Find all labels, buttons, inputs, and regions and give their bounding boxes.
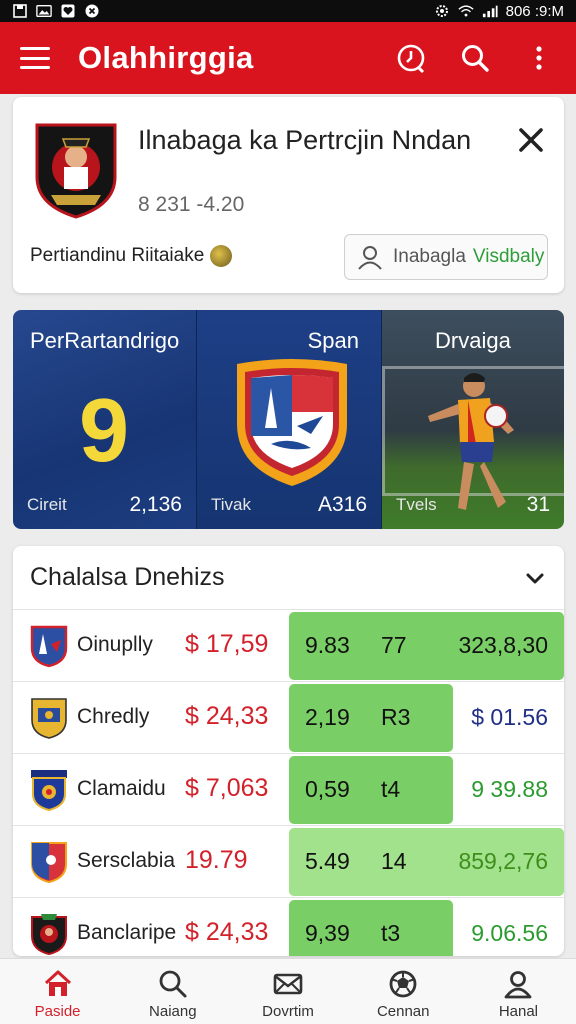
standings-table: Chalalsa Dnehizs Oinuplly $ 17,59 9.83 7… (13, 546, 564, 956)
status-bar: 806 :9:M (0, 0, 576, 22)
mail-icon (273, 973, 303, 995)
hero-big-number: 9 (79, 381, 130, 481)
hero-panel-value: A316 (317, 493, 367, 516)
match-subtitle: 8 231 -4.20 (138, 193, 245, 216)
hero-panel-score[interactable]: PerRartandrigo 9 Cireit 2,136 (13, 310, 196, 529)
nav-label: Paside (34, 1003, 81, 1020)
status-time: 806 :9:M (505, 2, 564, 20)
hero-panel-club[interactable]: Span Tivak A316 (196, 310, 381, 529)
hero-panel-label: Tivak (211, 495, 251, 514)
team-crest-icon (31, 914, 67, 956)
team-crest-icon (31, 698, 67, 739)
team-name: Chredly (77, 705, 150, 728)
team-crest-icon (31, 842, 67, 884)
club-badge (35, 123, 117, 219)
match-status: Pertiandinu Riitaiake (30, 245, 233, 267)
team-crest-icon (30, 625, 68, 668)
stat-value-3: 9 39.88 (471, 776, 548, 802)
watch-button-label: Inabagla (393, 246, 466, 267)
app-title: Olahhirggia (78, 40, 254, 75)
nav-item-ball[interactable]: Cennan (346, 959, 461, 1024)
table-row[interactable]: Banclaripe $ 24,33 9,39 t3 9.06.56 (13, 898, 564, 956)
stat-value-1: 5.49 (305, 848, 350, 874)
stat-value-2: t3 (381, 920, 401, 946)
stat-value-3: $ 01.56 (471, 704, 548, 730)
watch-button[interactable]: Inabagla Visdbaly (344, 234, 548, 280)
user-icon (358, 246, 382, 270)
hero-panel-title: PerRartandrigo (30, 328, 180, 353)
table-title: Chalalsa Dnehizs (30, 563, 225, 591)
hero-panel-title: Span (307, 328, 359, 353)
team-crest-icon (31, 770, 67, 812)
table-row[interactable]: Oinuplly $ 17,59 9.83 77 323,8,30 (13, 610, 564, 682)
hero-panel-value: 31 (526, 493, 550, 516)
wifi-icon (458, 4, 474, 18)
stat-value-1: 9.83 (305, 632, 350, 658)
stat-value-2: R3 (381, 704, 411, 730)
app-bar: Olahhirggia (0, 22, 576, 94)
status-icons-right: 806 :9:M (434, 3, 564, 20)
hero-banner: PerRartandrigo 9 Cireit 2,136 Span Tivak… (13, 310, 564, 529)
close-circle-icon (84, 4, 100, 18)
team-price: 19.79 (185, 846, 248, 874)
table-row[interactable]: Sersclabia 19.79 5.49 14 859,2,76 (13, 826, 564, 898)
team-name: Oinuplly (77, 633, 153, 656)
match-card: Ilnabaga ka Pertrcjin Nndan 8 231 -4.20 … (13, 97, 564, 293)
ball-icon (210, 245, 233, 267)
team-name: Banclaripe (77, 921, 177, 944)
stat-value-3: 323,8,30 (458, 632, 548, 658)
table-header[interactable]: Chalalsa Dnehizs (13, 546, 564, 610)
nav-label: Naiang (149, 1003, 197, 1020)
table-row[interactable]: Chredly $ 24,33 2,19 R3 $ 01.56 (13, 682, 564, 754)
club-crest-image (237, 359, 347, 486)
close-icon[interactable] (516, 125, 546, 155)
chevron-down-icon[interactable] (524, 567, 546, 589)
stat-value-2: 77 (381, 632, 407, 658)
more-options-icon[interactable] (522, 41, 556, 75)
hero-panel-value: 2,136 (129, 493, 182, 516)
team-price: $ 17,59 (185, 630, 269, 658)
nav-label: Hanal (498, 1003, 539, 1020)
hero-panel-player[interactable]: Drvaiga Tvels 31 (381, 310, 564, 529)
signal-icon (482, 4, 498, 18)
team-price: $ 7,063 (185, 774, 269, 802)
team-name: Clamaidu (77, 777, 166, 800)
stat-value-2: t4 (381, 776, 401, 802)
stat-value-1: 9,39 (305, 920, 350, 946)
match-title: Ilnabaga ka Pertrcjin Nndan (138, 125, 472, 155)
nav-label: Dovrtim (262, 1003, 314, 1020)
save-icon (12, 4, 28, 18)
team-price: $ 24,33 (185, 918, 269, 946)
gallery-icon (36, 4, 52, 18)
nav-item-home[interactable]: Paside (0, 959, 115, 1024)
stat-value-3: 859,2,76 (458, 848, 548, 874)
watch-button-accent: Visdbaly (472, 246, 545, 267)
table-row[interactable]: Clamaidu $ 7,063 0,59 t4 9 39.88 (13, 754, 564, 826)
heart-icon (60, 4, 76, 18)
hero-panel-label: Cireit (27, 495, 67, 514)
live-score-icon[interactable] (394, 41, 428, 75)
nav-item-mail[interactable]: Dovrtim (230, 959, 345, 1024)
nav-item-profile[interactable]: Hanal (461, 959, 576, 1024)
bottom-nav: Paside Naiang Dovrtim Cennan Hanal (0, 958, 576, 1024)
team-name: Sersclabia (77, 849, 176, 872)
profile-icon (505, 971, 532, 999)
hero-panel-title: Drvaiga (435, 328, 511, 353)
settings-icon (434, 4, 450, 18)
home-icon (44, 970, 71, 996)
stat-value-1: 0,59 (305, 776, 350, 802)
stat-value-1: 2,19 (305, 704, 350, 730)
nav-item-search[interactable]: Naiang (115, 959, 230, 1024)
ball-icon (389, 970, 417, 998)
match-status-text: Pertiandinu Riitaiake (30, 245, 205, 266)
team-price: $ 24,33 (185, 702, 269, 730)
stat-value-3: 9.06.56 (471, 920, 548, 946)
hero-panel-label: Tvels (396, 495, 437, 514)
search-icon (159, 970, 187, 998)
search-icon[interactable] (458, 41, 492, 75)
status-icons-left (12, 4, 100, 18)
stat-value-2: 14 (381, 848, 407, 874)
menu-icon[interactable] (20, 47, 50, 69)
nav-label: Cennan (376, 1003, 430, 1020)
